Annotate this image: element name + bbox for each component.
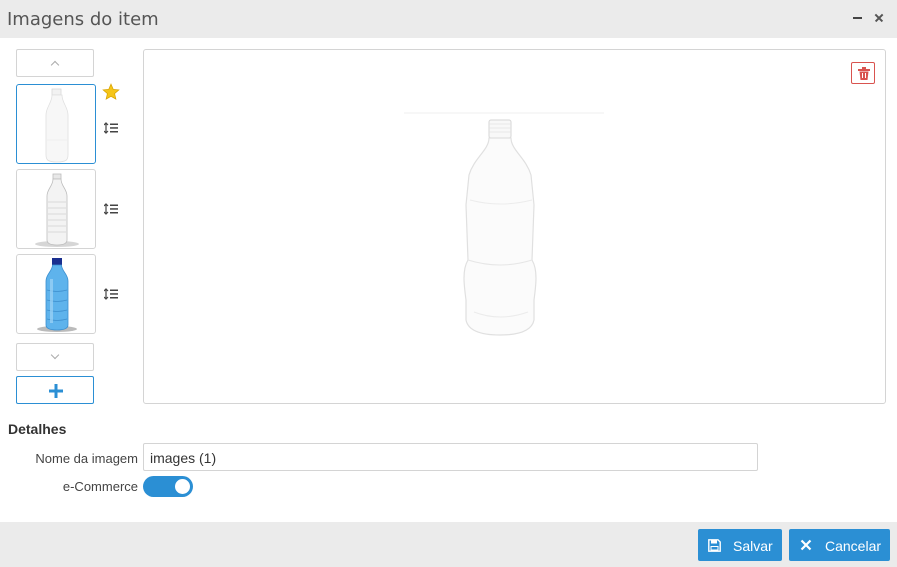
- add-image-button[interactable]: [16, 376, 94, 404]
- floppy-disk-icon: [708, 539, 721, 552]
- cancel-button[interactable]: Cancelar: [789, 529, 890, 561]
- bottle-preview-image: [404, 112, 604, 336]
- reorder-icon[interactable]: [103, 202, 118, 220]
- chevron-up-icon: [50, 60, 60, 70]
- delete-image-button[interactable]: [851, 62, 875, 84]
- ecommerce-label: e-Commerce: [62, 479, 138, 494]
- bottle-image: [37, 258, 77, 332]
- image-name-label: Nome da imagem: [35, 451, 138, 466]
- cancel-label: Cancelar: [825, 538, 882, 554]
- reorder-icon[interactable]: [103, 287, 118, 305]
- title-bar: Imagens do item: [0, 0, 897, 38]
- close-icon[interactable]: [873, 10, 887, 26]
- chevron-down-icon: [50, 350, 60, 360]
- ecommerce-toggle[interactable]: [143, 476, 193, 497]
- scroll-up-button[interactable]: [16, 49, 94, 77]
- bottle-image: [35, 173, 79, 247]
- minimize-icon[interactable]: [851, 10, 865, 26]
- details-heading: Detalhes: [8, 421, 67, 437]
- image-name-input[interactable]: images (1): [143, 443, 758, 471]
- scroll-down-button[interactable]: [16, 343, 94, 371]
- bottle-image: [45, 88, 69, 163]
- dialog-title: Imagens do item: [7, 9, 159, 30]
- thumbnail-clear-bottle-2l[interactable]: [16, 84, 96, 164]
- x-icon: [800, 539, 812, 551]
- image-preview: [143, 49, 886, 404]
- thumbnail-clear-bottle-ribbed[interactable]: [16, 169, 96, 249]
- save-label: Salvar: [733, 538, 773, 554]
- reorder-icon[interactable]: [103, 121, 118, 139]
- image-dialog: Imagens do item Detalhes Nome da imagem …: [0, 0, 897, 567]
- plus-icon: [49, 384, 63, 398]
- trash-icon: [858, 67, 870, 80]
- save-button[interactable]: Salvar: [698, 529, 782, 561]
- star-icon[interactable]: [102, 83, 120, 106]
- toggle-knob: [175, 479, 190, 494]
- thumbnail-blue-bottle[interactable]: [16, 254, 96, 334]
